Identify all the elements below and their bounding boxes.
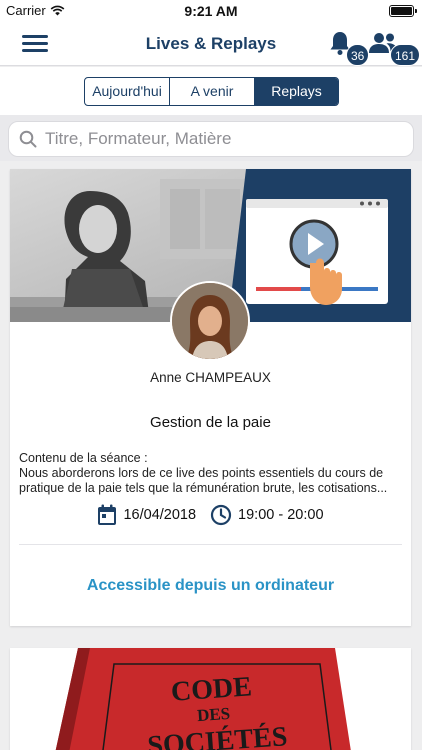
search-bar (0, 115, 422, 161)
status-time: 9:21 AM (184, 3, 238, 19)
participants-badge: 161 (390, 44, 421, 66)
tab-replays[interactable]: Replays (255, 78, 338, 105)
session-card[interactable]: Anne CHAMPEAUX Gestion de la paie Conten… (10, 169, 411, 626)
book-cover-line-2: DES (196, 704, 230, 725)
navigation-bar: Lives & Replays 36 161 (0, 22, 422, 66)
clock-icon (210, 504, 232, 526)
session-description-label: Contenu de la séance : (19, 451, 148, 465)
notifications-badge: 36 (346, 44, 370, 66)
menu-button[interactable] (22, 34, 48, 54)
filter-segmented-control: Aujourd'hui A venir Replays (84, 77, 339, 106)
access-from-computer-link[interactable]: Accessible depuis un ordinateur (10, 577, 411, 595)
session-date-text: 16/04/2018 (123, 507, 197, 523)
filter-area: Aujourd'hui A venir Replays (0, 67, 422, 115)
session-meta: 16/04/2018 19:00 - 20:00 (10, 503, 411, 527)
session-description: Nous aborderons lors de ce live des poin… (19, 466, 388, 495)
tab-upcoming[interactable]: A venir (170, 78, 255, 105)
trainer-name: Anne CHAMPEAUX (150, 370, 271, 385)
search-box[interactable] (8, 121, 414, 157)
battery-icon (389, 5, 417, 17)
session-banner-image: CODE DES SOCIÉTÉS (10, 648, 411, 750)
trainer-avatar (170, 281, 250, 361)
calendar-icon (98, 504, 117, 525)
status-bar: Carrier 9:21 AM (0, 0, 422, 22)
session-title: Gestion de la paie (150, 414, 271, 431)
session-time: 19:00 - 20:00 (210, 504, 324, 526)
session-card[interactable]: CODE DES SOCIÉTÉS (10, 648, 411, 750)
tab-today[interactable]: Aujourd'hui (85, 78, 170, 105)
search-icon (19, 130, 37, 148)
search-input[interactable] (45, 129, 413, 149)
card-divider (19, 544, 402, 545)
session-time-text: 19:00 - 20:00 (238, 507, 324, 523)
session-date: 16/04/2018 (97, 504, 196, 526)
book-cover-line-1: CODE (170, 671, 253, 708)
